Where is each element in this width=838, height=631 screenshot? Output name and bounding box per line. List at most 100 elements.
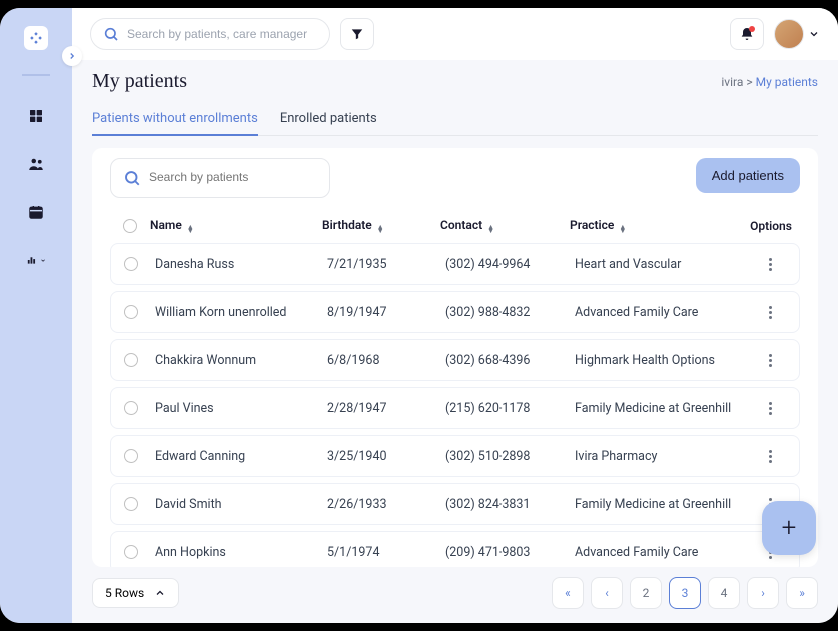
cell-practice: Advanced Family Care	[571, 305, 741, 320]
row-radio[interactable]	[124, 353, 138, 367]
tabs: Patients without enrollments Enrolled pa…	[92, 103, 818, 136]
cell-name: William Korn unenrolled	[151, 305, 323, 320]
page-prev[interactable]: ‹	[591, 577, 623, 609]
avatar	[774, 19, 804, 49]
cell-practice: Highmark Health Options	[571, 353, 741, 368]
page-first[interactable]: «	[552, 577, 584, 609]
header-practice[interactable]: Practice▲▼	[570, 218, 742, 233]
header-contact[interactable]: Contact▲▼	[440, 218, 570, 233]
divider	[22, 74, 50, 76]
filter-button[interactable]	[340, 18, 374, 50]
cell-contact: (215) 620-1178	[441, 401, 571, 416]
dashboard-icon[interactable]	[26, 106, 46, 126]
stats-icon[interactable]	[26, 250, 46, 270]
patients-table: Name▲▼ Birthdate▲▼ Contact▲▼ Practice▲▼ …	[92, 208, 818, 567]
header-options: Options	[742, 219, 800, 233]
cell-practice: Advanced Family Care	[571, 545, 741, 560]
page-last[interactable]: »	[786, 577, 818, 609]
row-options-button[interactable]	[745, 306, 795, 319]
header-name[interactable]: Name▲▼	[150, 218, 322, 233]
cell-birthdate: 8/19/1947	[323, 305, 441, 320]
table-row[interactable]: Ann Hopkins5/1/1974(209) 471-9803Advance…	[110, 531, 800, 567]
row-options-button[interactable]	[745, 450, 795, 463]
cell-contact: (302) 668-4396	[441, 353, 571, 368]
sort-icon: ▲▼	[377, 225, 384, 233]
cell-contact: (302) 988-4832	[441, 305, 571, 320]
cell-birthdate: 5/1/1974	[323, 545, 441, 560]
table-row[interactable]: William Korn unenrolled8/19/1947(302) 98…	[110, 291, 800, 333]
row-radio[interactable]	[124, 449, 138, 463]
page-3[interactable]: 3	[669, 577, 701, 609]
top-search-input[interactable]	[127, 27, 317, 41]
cell-birthdate: 2/26/1933	[323, 497, 441, 512]
table-row[interactable]: Paul Vines2/28/1947(215) 620-1178Family …	[110, 387, 800, 429]
cell-birthdate: 3/25/1940	[323, 449, 441, 464]
filter-icon	[350, 27, 364, 41]
table-search-input[interactable]	[149, 170, 317, 186]
table-row[interactable]: Edward Canning3/25/1940(302) 510-2898Ivi…	[110, 435, 800, 477]
patients-icon[interactable]	[26, 154, 46, 174]
cell-name: Chakkira Wonnum	[151, 353, 323, 368]
sort-icon: ▲▼	[187, 225, 194, 233]
table-toolbar: Add patients	[92, 148, 818, 208]
notification-button[interactable]	[730, 18, 764, 50]
top-search[interactable]	[90, 18, 330, 50]
page-next[interactable]: ›	[747, 577, 779, 609]
cell-practice: Family Medicine at Greenhill	[571, 497, 741, 512]
notification-dot	[749, 26, 755, 32]
table-header: Name▲▼ Birthdate▲▼ Contact▲▼ Practice▲▼ …	[110, 208, 800, 243]
chevron-down-icon	[808, 28, 820, 40]
sort-icon: ▲▼	[487, 225, 494, 233]
tab-enrolled[interactable]: Enrolled patients	[280, 103, 377, 136]
cell-contact: (302) 824-3831	[441, 497, 571, 512]
cell-practice: Ivira Pharmacy	[571, 449, 741, 464]
cell-name: Edward Canning	[151, 449, 323, 464]
cell-name: David Smith	[151, 497, 323, 512]
pagination: « ‹ 234 › »	[552, 577, 818, 609]
add-patients-button[interactable]: Add patients	[696, 158, 800, 193]
cell-birthdate: 7/21/1935	[323, 257, 441, 272]
cell-name: Danesha Russ	[151, 257, 323, 272]
row-options-button[interactable]	[745, 354, 795, 367]
cell-birthdate: 2/28/1947	[323, 401, 441, 416]
sidebar	[0, 8, 72, 623]
cell-contact: (302) 510-2898	[441, 449, 571, 464]
row-radio[interactable]	[124, 305, 138, 319]
rows-selector[interactable]: 5 Rows	[92, 578, 179, 608]
select-all-radio[interactable]	[123, 219, 137, 233]
search-icon	[123, 169, 141, 187]
row-radio[interactable]	[124, 401, 138, 415]
cell-practice: Heart and Vascular	[571, 257, 741, 272]
breadcrumb-current[interactable]: My patients	[756, 75, 818, 89]
chevron-up-icon	[154, 587, 166, 599]
page-4[interactable]: 4	[708, 577, 740, 609]
search-icon	[103, 26, 119, 42]
row-radio[interactable]	[124, 257, 138, 271]
tab-without-enrollments[interactable]: Patients without enrollments	[92, 103, 258, 136]
cell-practice: Family Medicine at Greenhill	[571, 401, 741, 416]
collapse-sidebar-button[interactable]	[62, 46, 82, 66]
row-radio[interactable]	[124, 545, 138, 559]
fab-add[interactable]: +	[762, 501, 816, 555]
table-row[interactable]: Chakkira Wonnum6/8/1968(302) 668-4396Hig…	[110, 339, 800, 381]
cell-name: Paul Vines	[151, 401, 323, 416]
main: My patients ivira > My patients Patients…	[72, 8, 838, 623]
sort-icon: ▲▼	[619, 225, 626, 233]
row-options-button[interactable]	[745, 402, 795, 415]
page-title: My patients	[92, 70, 187, 93]
topbar	[72, 8, 838, 60]
table-row[interactable]: Danesha Russ7/21/1935(302) 494-9964Heart…	[110, 243, 800, 285]
page-2[interactable]: 2	[630, 577, 662, 609]
user-menu[interactable]	[774, 19, 820, 49]
table-row[interactable]: David Smith2/26/1933(302) 824-3831Family…	[110, 483, 800, 525]
calendar-icon[interactable]	[26, 202, 46, 222]
cell-name: Ann Hopkins	[151, 545, 323, 560]
logo	[24, 26, 48, 50]
cell-contact: (209) 471-9803	[441, 545, 571, 560]
breadcrumb: ivira > My patients	[721, 75, 818, 89]
table-search[interactable]	[110, 158, 330, 198]
cell-contact: (302) 494-9964	[441, 257, 571, 272]
header-birthdate[interactable]: Birthdate▲▼	[322, 218, 440, 233]
row-radio[interactable]	[124, 497, 138, 511]
row-options-button[interactable]	[745, 258, 795, 271]
